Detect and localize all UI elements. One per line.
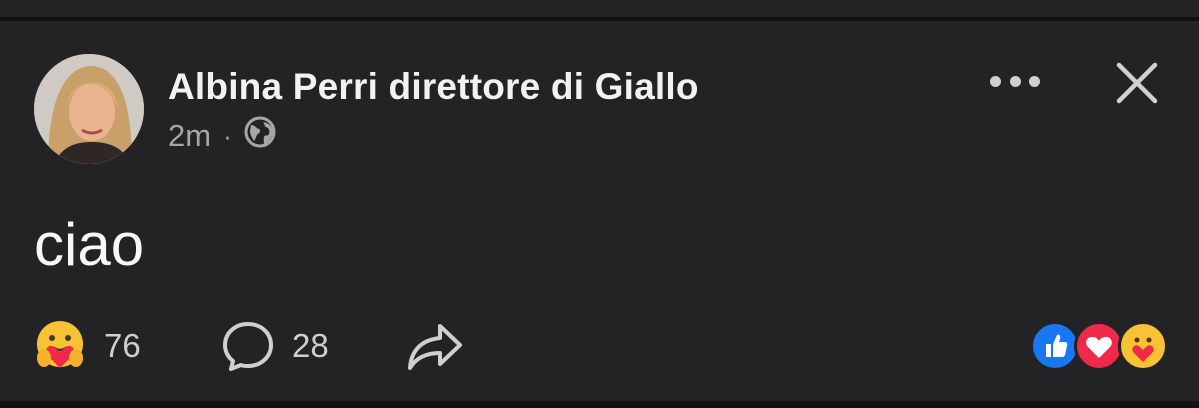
share-arrow-icon: [408, 324, 462, 370]
avatar[interactable]: [34, 54, 144, 164]
author-name[interactable]: Albina Perri direttore di Giallo: [168, 66, 699, 108]
more-dot: [990, 75, 1001, 87]
comment-bubble-icon: [223, 322, 273, 371]
like-icon: [1030, 321, 1080, 371]
share-button[interactable]: [406, 318, 464, 374]
care-emoji-icon: [37, 321, 83, 368]
close-icon: [1116, 62, 1158, 104]
love-icon: [1074, 321, 1124, 371]
post-text: ciao: [34, 211, 145, 278]
avatar-image: [34, 54, 144, 164]
more-options-button[interactable]: [990, 66, 1040, 96]
care-icon: [1118, 321, 1168, 371]
reactions-summary[interactable]: [1030, 321, 1170, 373]
globe-icon[interactable]: [244, 116, 276, 156]
post-timestamp[interactable]: 2m: [168, 118, 211, 154]
more-dot: [1029, 75, 1040, 87]
comment-button[interactable]: 28: [220, 318, 329, 374]
reaction-count: 76: [104, 327, 141, 364]
close-button[interactable]: [1113, 59, 1161, 107]
post-meta: 2m ·: [168, 116, 276, 156]
bottom-divider: [0, 401, 1199, 408]
reaction-button[interactable]: 76: [32, 318, 141, 374]
meta-separator: ·: [223, 120, 232, 151]
more-dot: [1009, 75, 1021, 87]
comment-count: 28: [292, 327, 329, 364]
